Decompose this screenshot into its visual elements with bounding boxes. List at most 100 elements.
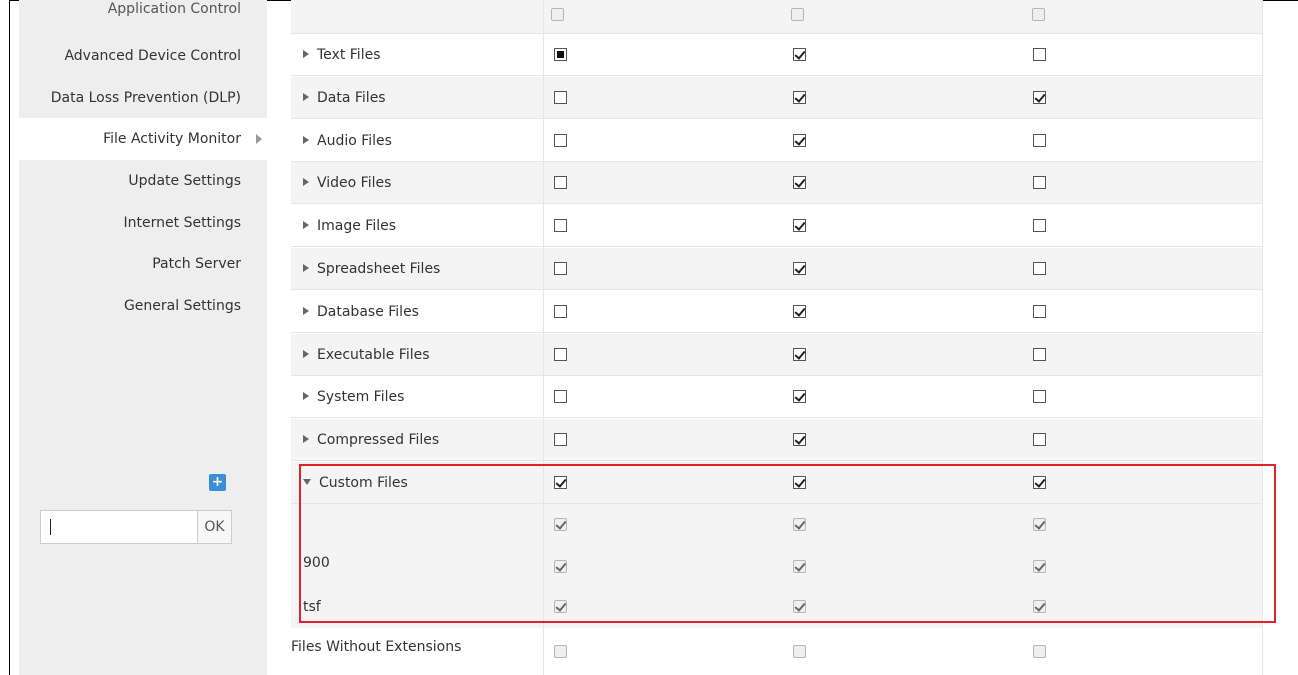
caret-right-icon: [303, 435, 309, 444]
chevron-right-icon: [256, 134, 262, 144]
row-label: Video Files: [317, 175, 392, 192]
sidebar-item-patch-server[interactable]: Patch Server: [19, 243, 267, 285]
sidebar-item-internet-settings[interactable]: Internet Settings: [19, 202, 267, 244]
checkbox[interactable]: [554, 176, 567, 190]
file-type-label[interactable]: Executable Files: [303, 334, 430, 376]
file-type-label[interactable]: System Files: [303, 376, 404, 418]
checkbox[interactable]: [554, 645, 567, 658]
row-label: Text Files: [317, 47, 381, 63]
caret-right-icon: [303, 178, 309, 187]
table-row: System Files: [291, 376, 1263, 419]
sidebar-item-update-settings[interactable]: Update Settings: [19, 160, 267, 202]
ok-button[interactable]: OK: [198, 510, 232, 544]
checkbox[interactable]: [554, 219, 567, 233]
sidebar-item-label: Update Settings: [128, 173, 241, 189]
sidebar-item-label: Internet Settings: [123, 215, 241, 231]
caret-right-icon: [303, 92, 309, 101]
sidebar-item-advanced-device-control[interactable]: Advanced Device Control: [19, 35, 267, 77]
checkbox[interactable]: [793, 90, 806, 104]
checkbox[interactable]: [554, 90, 567, 104]
sidebar-item-label: File Activity Monitor: [103, 131, 241, 147]
row-label: Executable Files: [317, 346, 430, 363]
checkbox[interactable]: [793, 390, 806, 404]
row-label: Compressed Files: [317, 432, 440, 449]
checkbox[interactable]: [554, 390, 567, 404]
sidebar-item-general-settings[interactable]: General Settings: [19, 285, 267, 327]
table-row: Video Files: [291, 162, 1263, 205]
file-type-label[interactable]: Database Files: [303, 291, 419, 333]
row-label: Spreadsheet Files: [317, 261, 441, 277]
custom-extension-input[interactable]: [40, 510, 198, 544]
caret-right-icon: [303, 392, 309, 401]
sidebar-item-application-control[interactable]: Application Control: [19, 0, 267, 30]
checkbox[interactable]: [554, 262, 567, 275]
sidebar-item-label: Patch Server: [152, 256, 241, 272]
checkbox[interactable]: [793, 645, 806, 658]
caret-right-icon: [303, 135, 309, 144]
checkbox[interactable]: [793, 347, 806, 361]
file-type-label[interactable]: Text Files: [303, 34, 381, 76]
file-type-label[interactable]: Audio Files: [303, 120, 392, 162]
checkbox[interactable]: [1033, 347, 1046, 361]
caret-right-icon: [303, 221, 309, 230]
row-label: Audio Files: [317, 132, 392, 149]
checkbox[interactable]: [1032, 8, 1045, 21]
file-type-label[interactable]: Image Files: [303, 205, 396, 247]
checkbox[interactable]: [793, 176, 806, 190]
settings-sidebar: Application Control Advanced Device Cont…: [19, 0, 267, 675]
caret-right-icon: [303, 306, 309, 315]
checkbox[interactable]: [793, 219, 806, 233]
file-type-label[interactable]: Video Files: [303, 162, 391, 204]
caret-right-icon: [303, 264, 309, 272]
row-label: Files Without Extensions: [291, 639, 462, 655]
add-custom-extension-button[interactable]: +: [209, 474, 226, 491]
checkbox[interactable]: [1033, 90, 1046, 104]
checkbox[interactable]: [1033, 48, 1046, 61]
checkbox[interactable]: [1033, 433, 1046, 447]
checkbox[interactable]: [793, 433, 806, 447]
sidebar-item-file-activity-monitor[interactable]: File Activity Monitor: [19, 118, 267, 160]
table-row: Data Files: [291, 76, 1263, 119]
sidebar-item-label: Data Loss Prevention (DLP): [50, 90, 241, 106]
table-row-partial: [291, 0, 1263, 34]
file-type-label[interactable]: Spreadsheet Files: [303, 248, 440, 290]
checkbox[interactable]: [1033, 304, 1046, 318]
checkbox[interactable]: [1033, 390, 1046, 404]
checkbox[interactable]: [1033, 219, 1046, 233]
file-type-label[interactable]: Data Files: [303, 77, 386, 119]
caret-right-icon: [303, 349, 309, 358]
checkbox[interactable]: [793, 133, 806, 147]
table-row: Image Files: [291, 205, 1263, 248]
table-row: Spreadsheet Files: [291, 248, 1263, 290]
caret-right-icon: [303, 50, 309, 58]
row-label: Database Files: [317, 303, 419, 320]
custom-files-highlight: [299, 464, 1276, 623]
checkbox[interactable]: [1033, 262, 1046, 275]
checkbox[interactable]: [554, 304, 567, 318]
checkbox[interactable]: [793, 304, 806, 318]
table-row: Text Files: [291, 34, 1263, 76]
checkbox[interactable]: [554, 433, 567, 447]
table-row: Database Files: [291, 291, 1263, 333]
sidebar-item-label: Application Control: [107, 1, 241, 17]
table-row: Audio Files: [291, 120, 1263, 162]
row-label: Image Files: [317, 218, 397, 235]
checkbox[interactable]: [554, 133, 567, 147]
sidebar-item-dlp[interactable]: Data Loss Prevention (DLP): [19, 77, 267, 119]
checkbox[interactable]: [1033, 133, 1046, 147]
checkbox[interactable]: [554, 347, 567, 361]
checkbox[interactable]: [554, 48, 567, 61]
plus-icon: +: [211, 474, 224, 490]
checkbox[interactable]: [1033, 645, 1046, 658]
frame-left-border: [9, 0, 10, 675]
checkbox[interactable]: [793, 262, 806, 275]
checkbox[interactable]: [791, 8, 804, 21]
checkbox[interactable]: [793, 48, 806, 61]
table-row-files-without-extensions: Files Without Extensions: [291, 628, 1263, 675]
row-label: Data Files: [317, 89, 386, 106]
checkbox[interactable]: [1033, 176, 1046, 190]
file-type-label[interactable]: Compressed Files: [303, 419, 439, 461]
sidebar-item-label: General Settings: [123, 298, 241, 314]
row-label: System Files: [317, 389, 405, 406]
checkbox[interactable]: [551, 8, 564, 21]
